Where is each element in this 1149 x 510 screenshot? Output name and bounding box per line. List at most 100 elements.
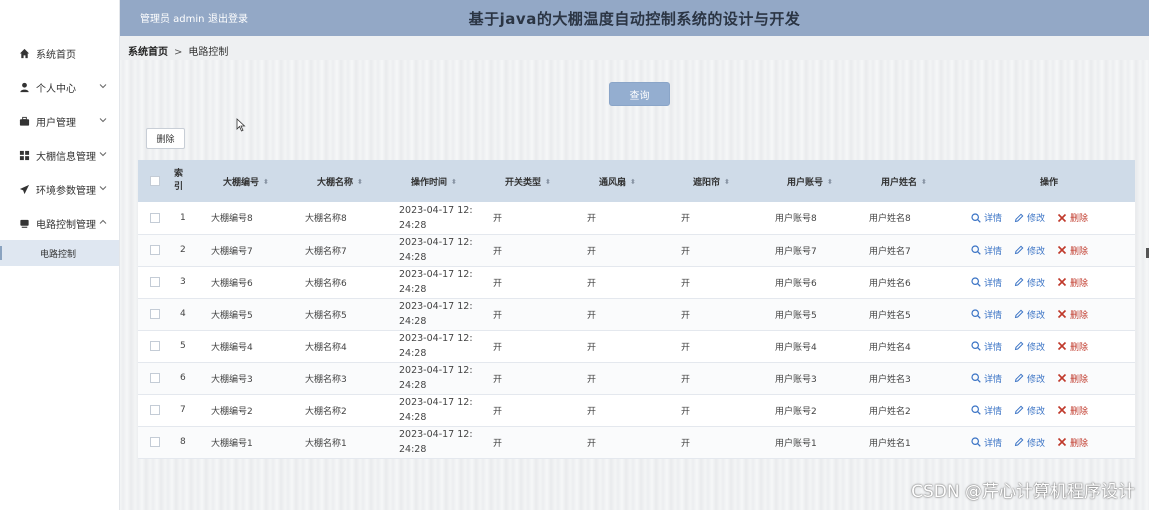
sidebar-item-environment[interactable]: 环境参数管理 [0, 172, 119, 206]
header-greenhouse-no[interactable]: 大棚编号 ⬍ [211, 160, 305, 202]
sort-icon[interactable]: ⬍ [451, 178, 457, 186]
edit-button[interactable]: 修改 [1014, 276, 1045, 289]
pencil-icon [1014, 373, 1024, 383]
row-checkbox[interactable] [150, 340, 160, 351]
sort-icon[interactable]: ⬍ [630, 178, 636, 186]
select-all-checkbox[interactable] [150, 175, 160, 186]
edit-button[interactable]: 修改 [1014, 244, 1045, 257]
header-user-name[interactable]: 用户姓名 ⬍ [869, 160, 963, 202]
row-checkbox[interactable] [150, 212, 160, 223]
batch-delete-button[interactable]: 删除 [146, 128, 185, 149]
delete-button[interactable]: 删除 [1057, 244, 1088, 257]
cell-actions: 详情 修改 删除 [963, 266, 1135, 298]
detail-button[interactable]: 详情 [971, 308, 1002, 321]
detail-button[interactable]: 详情 [971, 340, 1002, 353]
delete-button[interactable]: 删除 [1057, 276, 1088, 289]
table-row[interactable]: 5 大棚编号4 大棚名称4 2023-04-17 12:24:28 开 开 开 用户账号4 用户… [138, 330, 1135, 362]
edit-button[interactable]: 修改 [1014, 436, 1045, 449]
delete-button[interactable]: 删除 [1057, 436, 1088, 449]
query-button[interactable]: 查询 [609, 82, 670, 106]
table-row[interactable]: 3 大棚编号6 大棚名称6 2023-04-17 12:24:28 开 开 开 用户账号6 用户… [138, 266, 1135, 298]
row-checkbox[interactable] [150, 404, 160, 415]
sidebar-item-greenhouse[interactable]: 大棚信息管理 [0, 138, 119, 172]
header-sunshade[interactable]: 遮阳帘 ⬍ [681, 160, 775, 202]
sidebar-subitem-circuit-control[interactable]: 电路控制 [0, 240, 119, 266]
row-select[interactable] [138, 330, 174, 362]
header-greenhouse-name[interactable]: 大棚名称 ⬍ [305, 160, 399, 202]
row-checkbox[interactable] [150, 372, 160, 383]
delete-button[interactable]: 删除 [1057, 340, 1088, 353]
delete-button[interactable]: 删除 [1057, 372, 1088, 385]
table-row[interactable]: 8 大棚编号1 大棚名称1 2023-04-17 12:24:28 开 开 开 用户账号1 用户… [138, 426, 1135, 458]
cell-index: 4 [180, 309, 186, 319]
row-select[interactable] [138, 202, 174, 234]
header-select-all[interactable] [138, 160, 174, 202]
delete-button[interactable]: 删除 [1057, 211, 1088, 224]
sidebar-item-circuit[interactable]: 电路控制管理 [0, 206, 119, 240]
edit-button[interactable]: 修改 [1014, 372, 1045, 385]
detail-label: 详情 [984, 310, 1003, 321]
sort-icon[interactable]: ⬍ [921, 178, 927, 186]
table-row[interactable]: 7 大棚编号2 大棚名称2 2023-04-17 12:24:28 开 开 开 用户账号2 用户… [138, 394, 1135, 426]
sidebar-item-personal[interactable]: 个人中心 [0, 70, 119, 104]
detail-button[interactable]: 详情 [971, 372, 1002, 385]
delete-button[interactable]: 删除 [1057, 404, 1088, 417]
sort-icon[interactable]: ⬍ [545, 178, 551, 186]
table-row[interactable]: 1 大棚编号8 大棚名称8 2023-04-17 12:24:28 开 开 开 用户账号8 用户… [138, 202, 1135, 234]
sidebar-item-label: 电路控制管理 [36, 219, 96, 231]
cell-index: 1 [180, 212, 186, 223]
sidebar-item-home[interactable]: 系统首页 [0, 36, 119, 70]
search-icon [971, 405, 981, 415]
sort-icon[interactable]: ⬍ [724, 178, 730, 186]
detail-button[interactable]: 详情 [971, 244, 1002, 257]
cell-index: 8 [180, 437, 186, 447]
cell-greenhouse-name: 大棚名称5 [305, 310, 347, 321]
edit-button[interactable]: 修改 [1014, 308, 1045, 321]
header-op-time[interactable]: 操作时间 ⬍ [399, 160, 493, 202]
header-ventilator[interactable]: 通风扇 ⬍ [587, 160, 681, 202]
row-select[interactable] [138, 266, 174, 298]
detail-label: 详情 [984, 438, 1003, 449]
delete-button[interactable]: 删除 [1057, 308, 1088, 321]
detail-button[interactable]: 详情 [971, 276, 1002, 289]
table-row[interactable]: 2 大棚编号7 大棚名称7 2023-04-17 12:24:28 开 开 开 用户账号7 用户… [138, 234, 1135, 266]
cell-ventilator: 开 [587, 246, 597, 257]
detail-button[interactable]: 详情 [971, 211, 1002, 224]
edit-button[interactable]: 修改 [1014, 404, 1045, 417]
breadcrumb-home[interactable]: 系统首页 [128, 47, 168, 58]
header-switch-type[interactable]: 开关类型 ⬍ [493, 160, 587, 202]
row-select[interactable] [138, 234, 174, 266]
cell-sunshade: 开 [681, 406, 691, 417]
detail-button[interactable]: 详情 [971, 436, 1002, 449]
cell-user-name: 用户姓名4 [869, 342, 911, 353]
cell-sunshade: 开 [681, 214, 691, 225]
header-user-account[interactable]: 用户账号 ⬍ [775, 160, 869, 202]
edit-button[interactable]: 修改 [1014, 211, 1045, 224]
row-select[interactable] [138, 394, 174, 426]
delete-label: 删除 [1070, 310, 1089, 321]
row-checkbox[interactable] [150, 436, 160, 447]
cell-user-name: 用户姓名8 [869, 214, 911, 225]
cell-greenhouse-name: 大棚名称4 [305, 342, 347, 353]
sort-icon[interactable]: ⬍ [827, 178, 833, 186]
row-select[interactable] [138, 362, 174, 394]
row-select[interactable] [138, 426, 174, 458]
row-checkbox[interactable] [150, 308, 160, 319]
row-checkbox[interactable] [150, 276, 160, 287]
detail-button[interactable]: 详情 [971, 404, 1002, 417]
edit-button[interactable]: 修改 [1014, 340, 1045, 353]
table-row[interactable]: 6 大棚编号3 大棚名称3 2023-04-17 12:24:28 开 开 开 用户账号3 用户… [138, 362, 1135, 394]
row-checkbox[interactable] [150, 244, 160, 255]
top-header: 管理员 admin 退出登录 基于java的大棚温度自动控制系统的设计与开发 [120, 0, 1149, 36]
cell-user-name: 用户姓名7 [869, 246, 911, 257]
row-select[interactable] [138, 298, 174, 330]
sidebar-item-label: 环境参数管理 [36, 185, 96, 197]
cell-user-name: 用户姓名6 [869, 278, 911, 289]
table-row[interactable]: 4 大棚编号5 大棚名称5 2023-04-17 12:24:28 开 开 开 用户账号5 用户… [138, 298, 1135, 330]
sort-icon[interactable]: ⬍ [263, 178, 269, 186]
sidebar-item-users[interactable]: 用户管理 [0, 104, 119, 138]
pencil-icon [1014, 309, 1024, 319]
detail-label: 详情 [984, 214, 1003, 225]
sort-icon[interactable]: ⬍ [357, 178, 363, 186]
breadcrumb-separator: > [174, 47, 183, 58]
